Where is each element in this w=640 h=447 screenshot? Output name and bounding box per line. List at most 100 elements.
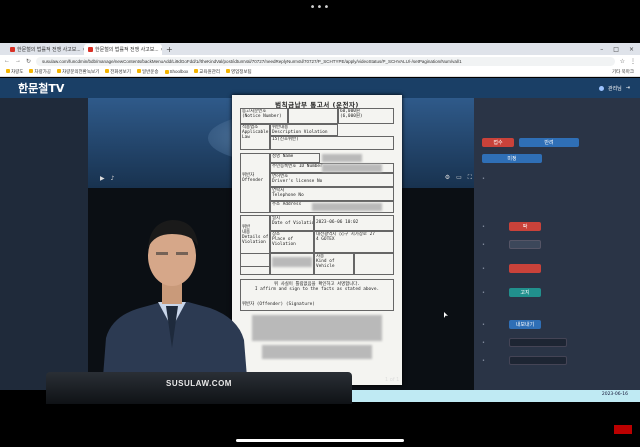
footer-date: 2023-06-16: [601, 392, 628, 397]
user-menu[interactable]: 관리님 ⇥: [598, 85, 640, 92]
notice-number-value: [288, 108, 338, 124]
panel-label: •: [482, 339, 485, 346]
channel-logo: [614, 425, 632, 434]
window-controls: – □ ×: [600, 44, 640, 55]
vehicle-kind-label: 차종 Kind of Vehicle: [314, 253, 354, 275]
footer-bar: [352, 390, 640, 402]
tab-label: 한문철의 법률적 전쟁 사고보...: [17, 47, 81, 53]
dropdown-field[interactable]: [509, 356, 567, 365]
url-input[interactable]: susulaw.com/funcdmin/bdb/manage/newConte…: [36, 56, 615, 66]
folder-icon: [194, 69, 199, 74]
flag-button[interactable]: 팍: [509, 222, 541, 231]
export-button[interactable]: 내보내기: [509, 320, 541, 329]
panel-row: •: [482, 176, 632, 182]
action-button[interactable]: 미정: [482, 154, 542, 163]
status-button[interactable]: 접수: [482, 138, 514, 147]
forward-icon[interactable]: →: [15, 58, 21, 64]
more-dots-icon[interactable]: •••: [0, 2, 640, 13]
new-tab-button[interactable]: +: [162, 44, 177, 55]
panel-row: • 고지: [482, 288, 632, 297]
panel-row: • 팍: [482, 222, 632, 231]
minimize-icon[interactable]: –: [600, 44, 603, 55]
panel-row: •: [482, 264, 632, 273]
star-icon[interactable]: ☆: [620, 58, 625, 65]
option-button[interactable]: [509, 240, 541, 249]
redacted-field: [322, 164, 382, 172]
panel-label: •: [482, 289, 485, 296]
bookmark-item[interactable]: 차량도: [6, 69, 23, 75]
bookmark-item[interactable]: 영업정보팀: [225, 69, 252, 75]
bookmark-item[interactable]: Shoolbox: [164, 69, 188, 74]
fullscreen-icon[interactable]: ⛶: [468, 174, 472, 182]
panel-label: •: [482, 357, 485, 364]
logout-icon[interactable]: ⇥: [626, 85, 630, 91]
tab-label: 한문철의 법률적 전쟁 사고보...: [95, 47, 159, 53]
reload-icon[interactable]: ↻: [26, 58, 31, 65]
folder-icon: [105, 69, 110, 74]
bookmarks-bar: 차량도 차량가공 차량문의전환녹보기 전화성보기 일반운송 Shoolbox 교…: [0, 67, 640, 77]
user-icon: [598, 85, 604, 91]
bookmark-item[interactable]: 차량가공: [29, 69, 51, 75]
play-icon[interactable]: ▶: [100, 175, 105, 182]
user-name: 관리님: [607, 85, 622, 92]
extensions-icon[interactable]: ⋮: [630, 58, 636, 65]
bookmark-item[interactable]: 교육원관리: [194, 69, 220, 75]
option-button[interactable]: [509, 264, 541, 273]
panel-row: •: [482, 240, 632, 249]
bookmark-item[interactable]: 차량문의전환녹보기: [56, 69, 99, 75]
notice-button[interactable]: 고지: [509, 288, 541, 297]
phone-label: 연락처 Telephone No: [270, 187, 394, 201]
place-label: 장소 Place of Violation: [270, 231, 314, 253]
screen: ••• 한문철의 법률적 전쟁 사고보... × 한문철의 법률적 전쟁 사고보…: [0, 0, 640, 447]
folder-icon: [29, 69, 34, 74]
favicon-icon: [88, 47, 93, 52]
redacted-field: [252, 315, 382, 341]
signature-line: 위반자 (Offender) (Signature): [242, 302, 315, 307]
redacted-field: [262, 345, 372, 359]
panel-label: •: [482, 176, 485, 182]
panel-row: 미정: [482, 154, 632, 163]
notice-number-label: 통고처분번호 (Notice Number): [240, 108, 288, 124]
folder-icon: [136, 69, 141, 74]
folder-icon: [164, 69, 169, 74]
redacted-field: [322, 154, 362, 162]
browser-tab-active[interactable]: 한문철의 법률적 전쟁 사고보... ×: [84, 44, 162, 55]
address-bar-row: ← → ↻ susulaw.com/funcdmin/bdb/manage/ne…: [0, 55, 640, 67]
settings-icon[interactable]: ⚙: [445, 174, 450, 182]
date-label: 일시 Date of Violation: [270, 215, 314, 231]
panel-row: • 내보내기: [482, 320, 632, 329]
redacted-field: [312, 203, 382, 211]
other-bookmarks[interactable]: 기타 북마크: [612, 69, 640, 75]
favicon-icon: [10, 47, 15, 52]
panel-row: •: [482, 338, 632, 347]
violation-code: 15(신호위반): [270, 136, 394, 150]
date-value: 2023-06-06 10:02: [314, 215, 394, 231]
admin-side-panel: 접수 반려 미정 • • 팍 • • • 고지 • 내보내기 • •: [474, 98, 640, 390]
license-label: 면허번호 Driver's license No: [270, 173, 394, 187]
bookmark-item[interactable]: 일반운송: [136, 69, 159, 75]
applicable-law-label: 적용법조 Applicable Law: [240, 124, 270, 150]
site-logo[interactable]: 한문철TV: [18, 80, 64, 96]
panel-label: •: [482, 241, 485, 248]
violation-notice-document: 범칙금납부 통고서 (운전자) 통고처분번호 (Notice Number) 6…: [232, 95, 402, 385]
folder-icon: [6, 69, 10, 74]
back-icon[interactable]: ←: [4, 58, 10, 64]
pip-icon[interactable]: ▭: [456, 174, 462, 182]
desk-nameplate: SUSULAW.COM: [46, 372, 352, 404]
browser-tab-bar: 한문철의 법률적 전쟁 사고보... × 한문철의 법률적 전쟁 사고보... …: [0, 43, 640, 55]
action-button[interactable]: 반려: [519, 138, 579, 147]
panel-label: •: [482, 321, 485, 328]
browser-tab[interactable]: 한문철의 법률적 전쟁 사고보... ×: [6, 44, 84, 55]
presenter-figure: [102, 220, 248, 390]
bookmark-item[interactable]: 전화성보기: [105, 69, 131, 75]
dropdown-field[interactable]: [509, 338, 567, 347]
desk-label: SUSULAW.COM: [166, 379, 232, 388]
volume-icon[interactable]: ♪: [111, 175, 115, 182]
maximize-icon[interactable]: □: [613, 44, 619, 55]
page-indicator: 1 of 1: [385, 377, 400, 383]
panel-row: 접수 반려: [482, 138, 632, 147]
home-indicator[interactable]: [236, 439, 404, 442]
folder-icon: [56, 69, 61, 74]
close-window-icon[interactable]: ×: [629, 44, 634, 55]
redacted-field: [272, 257, 312, 267]
